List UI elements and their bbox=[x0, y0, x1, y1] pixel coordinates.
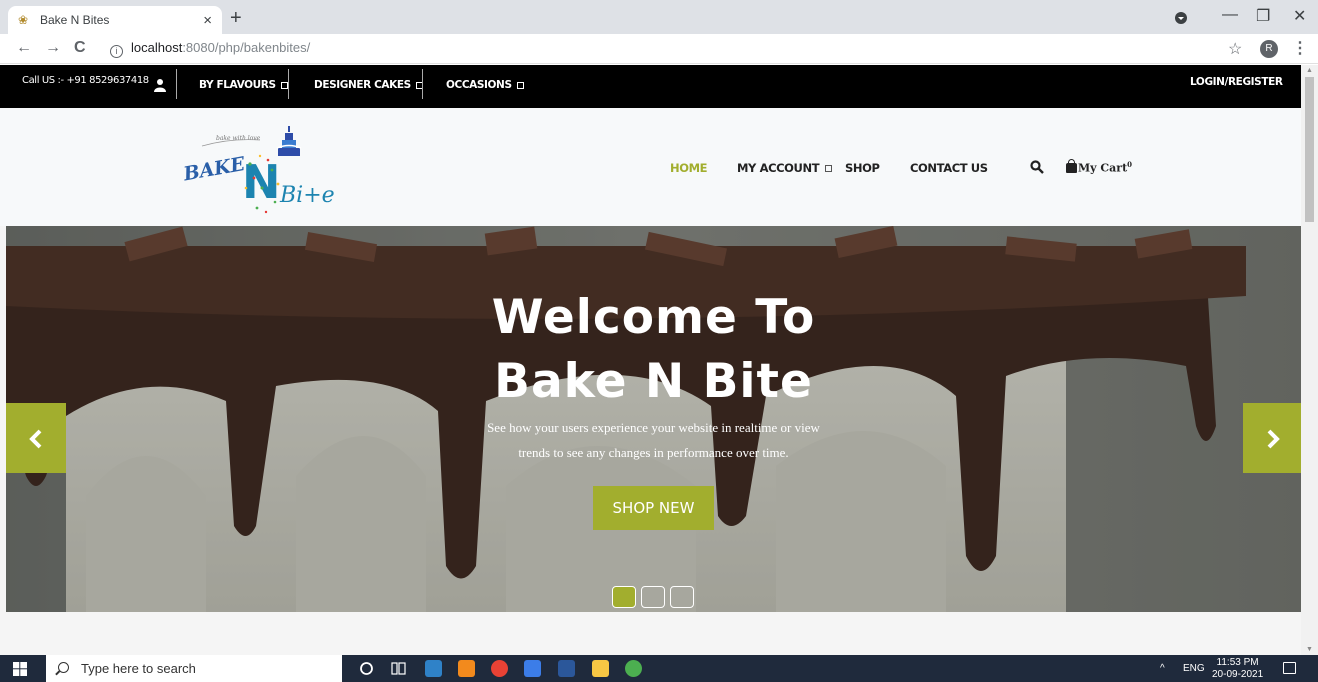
cake-logo-icon bbox=[276, 126, 302, 156]
vscode-icon[interactable] bbox=[524, 660, 541, 677]
profile-avatar[interactable]: R bbox=[1260, 40, 1278, 58]
media-control-icon[interactable] bbox=[1175, 12, 1187, 24]
python-app-icon[interactable] bbox=[425, 660, 442, 677]
close-window-button[interactable]: ✕ bbox=[1293, 6, 1306, 26]
url-field[interactable]: i localhost:8080/php/bakenbites/ bbox=[110, 40, 310, 58]
bookmark-star-icon[interactable]: ☆ bbox=[1228, 39, 1242, 59]
task-view-icon[interactable] bbox=[390, 660, 407, 677]
divider bbox=[176, 69, 177, 99]
page-scrollbar[interactable]: ▲ ▼ bbox=[1301, 65, 1318, 655]
dropdown-icon bbox=[825, 165, 833, 172]
url-host: localhost bbox=[131, 40, 183, 55]
windows-start-icon[interactable] bbox=[13, 662, 27, 676]
browser-menu-icon[interactable]: ⋮ bbox=[1292, 38, 1308, 58]
svg-text:Bi+e: Bi+e bbox=[279, 183, 335, 208]
word-icon[interactable] bbox=[558, 660, 575, 677]
menu-designer-cakes[interactable]: DESIGNER CAKES bbox=[314, 79, 423, 91]
site-header: bake with love BAKE N Bi+e HOME MY ACCOU… bbox=[0, 108, 1301, 226]
menu-occasions[interactable]: OCCASIONS bbox=[446, 79, 524, 91]
hero-slider: Welcome To Bake N Bite See how your user… bbox=[6, 226, 1301, 612]
language-indicator[interactable]: ENG bbox=[1183, 663, 1205, 674]
dropdown-icon bbox=[516, 82, 524, 89]
nav-shop[interactable]: SHOP bbox=[845, 161, 880, 175]
my-cart-link[interactable]: My Cart0 bbox=[1066, 158, 1133, 175]
slider-dot-2[interactable] bbox=[641, 586, 665, 608]
scrollbar-thumb[interactable] bbox=[1305, 77, 1314, 222]
reload-button[interactable]: C bbox=[74, 39, 86, 57]
clock-date: 20-09-2021 bbox=[1212, 669, 1264, 680]
tab-close-icon[interactable]: × bbox=[203, 12, 212, 29]
browser-tabstrip: ❀ Bake N Bites × + — ❐ ✕ bbox=[0, 0, 1318, 34]
search-icon[interactable] bbox=[1030, 160, 1044, 174]
call-us-text: Call US :- +91 8529637418 bbox=[22, 75, 149, 86]
browser-tab[interactable]: ❀ Bake N Bites × bbox=[8, 6, 222, 34]
chrome-profile-icon[interactable] bbox=[625, 660, 642, 677]
hero-title-line1: Welcome To bbox=[491, 290, 816, 345]
site-info-icon[interactable]: i bbox=[110, 45, 123, 58]
user-icon[interactable] bbox=[154, 78, 166, 92]
slider-dot-3[interactable] bbox=[670, 586, 694, 608]
slider-next-button[interactable] bbox=[1243, 403, 1301, 473]
new-tab-button[interactable]: + bbox=[230, 8, 242, 28]
page-viewport: Call US :- +91 8529637418 BY FLAVOURS DE… bbox=[0, 65, 1318, 655]
clock-time: 11:53 PM bbox=[1216, 657, 1259, 668]
taskbar-search-placeholder: Type here to search bbox=[81, 661, 196, 676]
hero-overlay bbox=[6, 226, 1301, 612]
tray-chevron-icon[interactable]: ^ bbox=[1160, 663, 1165, 674]
menu-by-flavours[interactable]: BY FLAVOURS bbox=[199, 79, 288, 91]
back-button[interactable]: ← bbox=[16, 39, 32, 57]
divider bbox=[288, 69, 289, 99]
maximize-button[interactable]: ❐ bbox=[1256, 6, 1270, 26]
cortana-icon[interactable] bbox=[358, 660, 375, 677]
nav-my-account[interactable]: MY ACCOUNT bbox=[737, 161, 833, 175]
file-explorer-icon[interactable] bbox=[592, 660, 609, 677]
taskbar-clock[interactable]: 11:53 PM 20-09-2021 bbox=[1212, 657, 1263, 681]
slider-indicators bbox=[612, 586, 694, 608]
xampp-icon[interactable] bbox=[458, 660, 475, 677]
chrome-icon[interactable] bbox=[491, 660, 508, 677]
login-register-link[interactable]: LOGIN/REGISTER bbox=[1190, 76, 1283, 88]
forward-button[interactable]: → bbox=[45, 39, 61, 57]
url-path: :8080/php/bakenbites/ bbox=[182, 40, 311, 55]
slider-prev-button[interactable] bbox=[6, 403, 66, 473]
cart-count: 0 bbox=[1127, 160, 1133, 169]
shopping-bag-icon bbox=[1066, 158, 1077, 173]
slider-dot-1[interactable] bbox=[612, 586, 636, 608]
top-bar: Call US :- +91 8529637418 BY FLAVOURS DE… bbox=[0, 65, 1301, 108]
tab-title: Bake N Bites bbox=[40, 13, 110, 27]
hero-subtitle-line2: trends to see any changes in performance… bbox=[518, 445, 789, 460]
windows-taskbar: Type here to search ^ ENG 11:53 PM 20-09… bbox=[0, 655, 1318, 682]
dropdown-icon bbox=[280, 82, 288, 89]
svg-text:BAKE: BAKE bbox=[181, 153, 247, 186]
taskbar-search-box[interactable]: Type here to search bbox=[46, 655, 342, 682]
chevron-right-icon bbox=[1267, 429, 1280, 449]
hero-subtitle-line1: See how your users experience your websi… bbox=[487, 420, 820, 435]
minimize-button[interactable]: — bbox=[1222, 6, 1238, 24]
scroll-up-icon[interactable]: ▲ bbox=[1306, 67, 1313, 74]
divider bbox=[422, 69, 423, 99]
nav-contact-us[interactable]: CONTACT US bbox=[910, 161, 988, 175]
bake-n-bite-logo[interactable]: bake with love BAKE N Bi+e bbox=[180, 118, 360, 218]
nav-home[interactable]: HOME bbox=[670, 161, 708, 175]
search-icon bbox=[58, 662, 69, 673]
cake-favicon-icon: ❀ bbox=[18, 13, 29, 27]
scroll-down-icon[interactable]: ▼ bbox=[1306, 646, 1313, 653]
notification-center-icon[interactable] bbox=[1283, 662, 1296, 674]
hero-title-line2: Bake N Bite bbox=[494, 354, 813, 409]
chevron-left-icon bbox=[29, 429, 42, 449]
svg-text:bake with love: bake with love bbox=[216, 135, 261, 142]
shop-new-button[interactable]: SHOP NEW bbox=[593, 486, 714, 530]
address-bar: ← → C i localhost:8080/php/bakenbites/ ☆ … bbox=[0, 34, 1318, 64]
